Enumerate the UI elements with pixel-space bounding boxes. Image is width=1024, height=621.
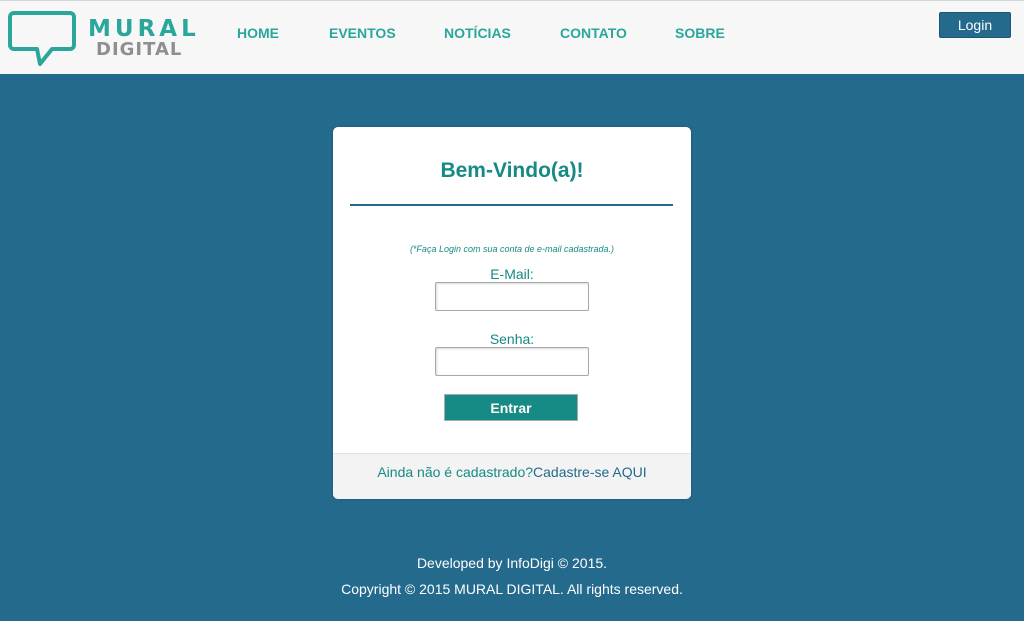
login-button[interactable]: Login: [939, 12, 1011, 38]
footer-developed-by: Developed by InfoDigi © 2015.: [416, 555, 608, 571]
welcome-title: Bem-Vindo(a)!: [440, 159, 584, 182]
register-link[interactable]: Cadastre-se AQUI: [533, 464, 647, 480]
nav-contato[interactable]: CONTATO: [560, 25, 627, 41]
nav-home[interactable]: HOME: [237, 25, 279, 41]
speech-bubble-icon: [8, 11, 76, 66]
nav-sobre[interactable]: SOBRE: [675, 25, 725, 41]
email-field[interactable]: [435, 282, 589, 311]
submit-login-button[interactable]: Entrar: [444, 394, 578, 421]
password-label: Senha:: [489, 331, 535, 347]
login-hint: (*Faça Login com sua conta de e-mail cad…: [409, 244, 615, 254]
title-divider: [350, 204, 673, 206]
register-prompt: Ainda não é cadastrado?Cadastre-se AQUI: [333, 453, 691, 499]
footer-copyright: Copyright © 2015 MURAL DIGITAL. All righ…: [341, 581, 683, 597]
nav-noticias[interactable]: NOTÍCIAS: [444, 25, 511, 41]
password-field[interactable]: [435, 347, 589, 376]
logo-text-digital: DIGITAL: [96, 39, 183, 60]
login-card: Bem-Vindo(a)! (*Faça Login com sua conta…: [333, 127, 691, 499]
register-text: Ainda não é cadastrado?: [377, 464, 534, 480]
nav-eventos[interactable]: EVENTOS: [329, 25, 396, 41]
email-label: E-Mail:: [490, 266, 534, 282]
mural-digital-logo[interactable]: MURAL DIGITAL: [8, 9, 208, 69]
top-navbar: MURAL DIGITAL HOME EVENTOS NOTÍCIAS CONT…: [0, 0, 1024, 74]
